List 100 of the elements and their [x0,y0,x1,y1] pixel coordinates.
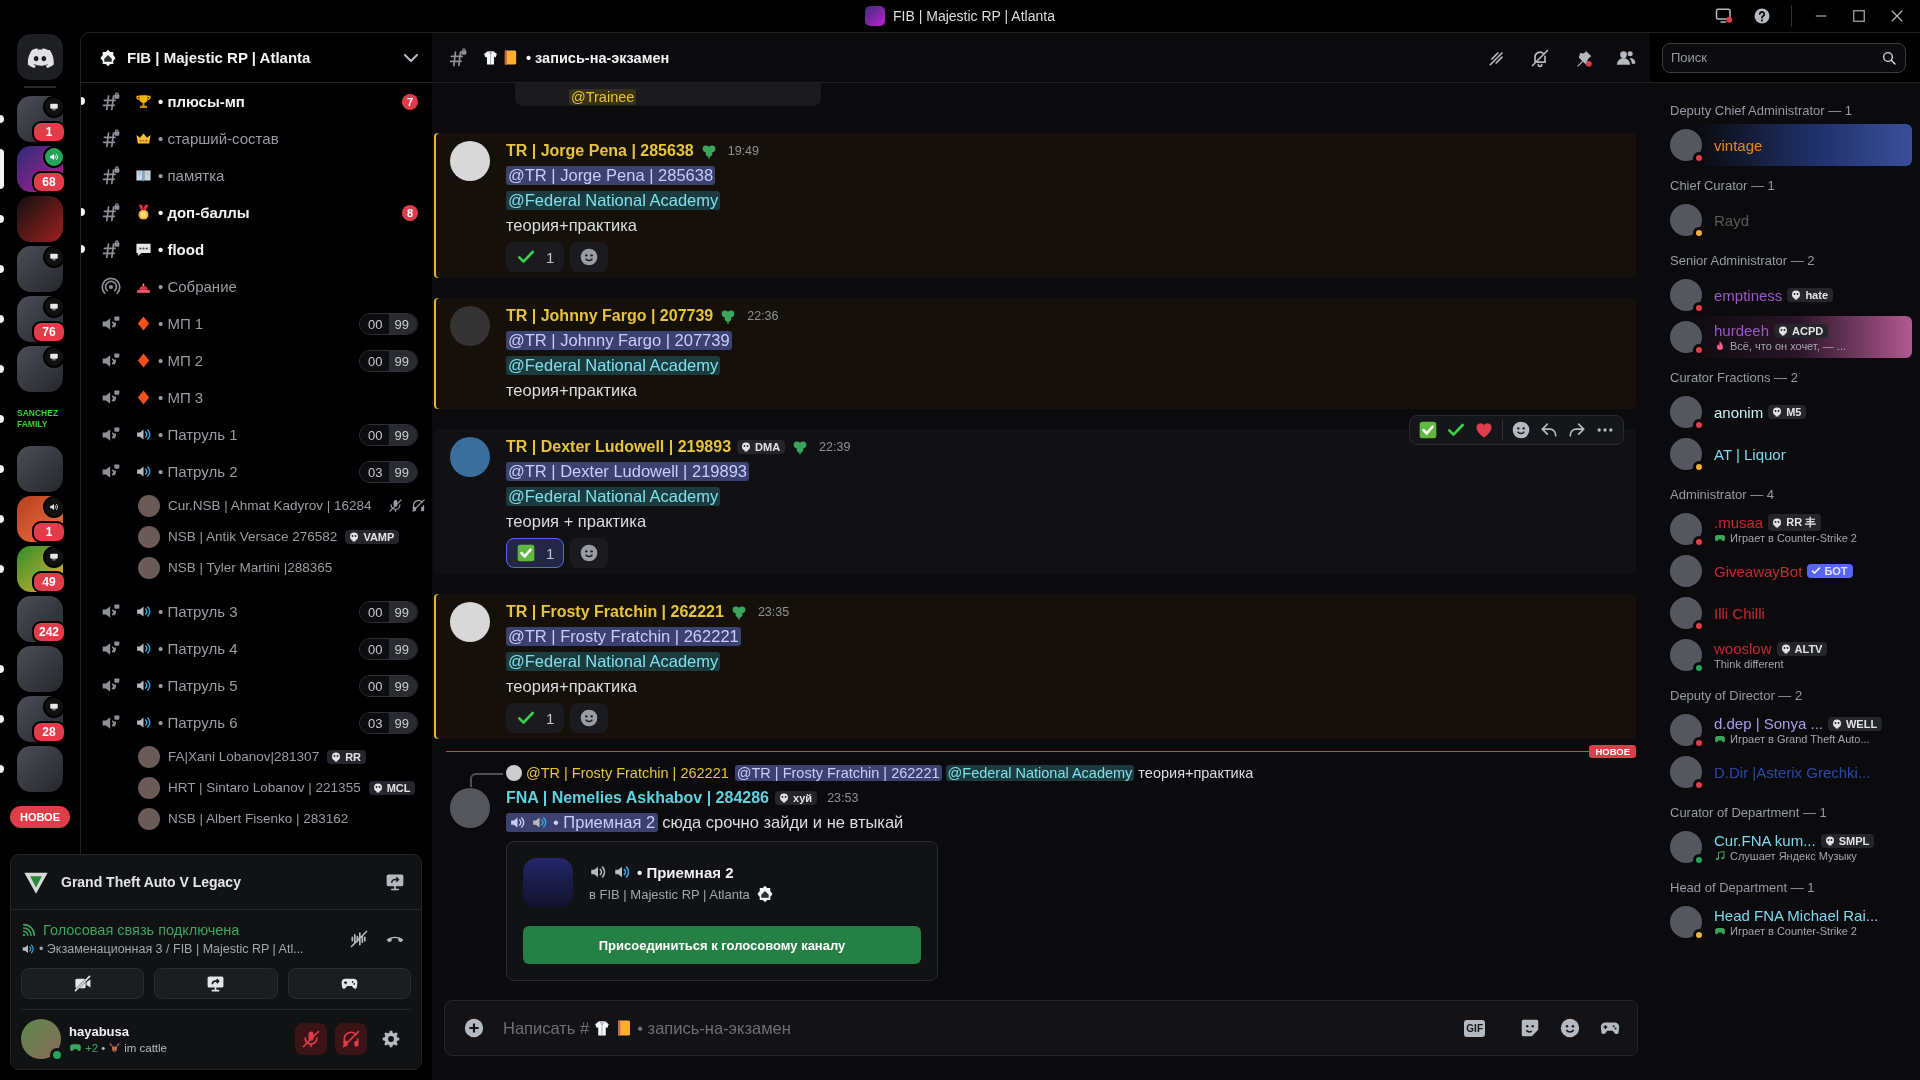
channel-item[interactable]: • памятка [81,157,432,194]
channel-item[interactable]: • Патруль 5 00 99 [81,667,432,704]
search-field[interactable]: Поиск [1662,42,1906,73]
speaker-icon [135,640,152,657]
member-item[interactable]: GiveawayBot БОТ [1658,550,1912,592]
user-count: 00 [360,601,389,622]
user-mention[interactable]: @TR | Frosty Fratchin | 262221 [734,765,942,781]
role-mention[interactable]: @Federal National Academy [945,765,1135,781]
deafen-button[interactable] [335,1023,367,1055]
screen-share-button[interactable] [154,968,278,999]
user-count: 03 [360,461,389,482]
voice-user[interactable]: HRT | Sintaro Lobanov | 221355 MCL [81,772,432,803]
reaction-button[interactable]: 1 [506,242,565,272]
heart-icon[interactable] [1474,420,1494,440]
maximize-icon[interactable] [1850,7,1868,25]
channel-item[interactable]: • flood [81,231,432,268]
mute-button[interactable] [295,1023,327,1055]
member-item[interactable]: wooslow ALTV Think different [1658,634,1912,676]
channel-item[interactable]: • МП 2 00 99 [81,342,432,379]
member-name: D.Dir |Asterix Grechki... [1714,763,1871,781]
new-messages-pill[interactable]: НОВОЕ [9,806,71,828]
member-item[interactable]: Cur.FNA kum... SMPL Слушает Яндекс Музыку [1658,826,1912,868]
username: hayabusa [69,1024,130,1039]
author-name[interactable]: TR | Jorge Pena | 285638 [506,142,694,160]
add-reaction-button[interactable] [570,703,609,733]
muted-bell-icon[interactable] [1530,47,1550,68]
add-reaction-button[interactable] [570,538,609,568]
gamepad-button[interactable] [287,968,411,999]
member-item[interactable]: .musaa RR 丰 Играет в Counter-Strike 2 [1658,508,1912,550]
channel-item[interactable]: • Патруль 6 03 99 [81,704,432,741]
channel-item[interactable]: • МП 1 00 99 [81,305,432,342]
forward-icon[interactable] [1567,420,1587,440]
channel-item[interactable]: • старший-состав [81,120,432,157]
reaction-button[interactable]: 1 [506,538,565,568]
user-avatar[interactable] [450,602,490,642]
member-item[interactable]: d.dep | Sonya ... WELL Играет в Grand Theft Auto... [1658,709,1912,751]
member-item[interactable]: Head FNA Michael Rai... Играет в Counter-Strike 2 [1658,901,1912,943]
emblem-icon [1779,642,1792,655]
reaction-button[interactable]: 1 [506,703,565,733]
voice-user[interactable]: FA|Xani Lobanov|281307 RR [81,741,432,772]
noise-suppression-icon[interactable] [349,929,369,949]
camera-off-button[interactable] [21,968,145,999]
reply-connector [470,773,503,787]
user-mention[interactable]: @TR | Jorge Pena | 285638 [506,166,716,185]
channel-item[interactable]: • Патруль 1 00 99 [81,416,432,453]
channel-name: • плюсы-мп [158,93,245,110]
message-text: теория+практика [506,381,637,400]
user-mention[interactable]: @TR | Frosty Fratchin | 262221 [506,627,741,646]
author-name[interactable]: TR | Frosty Fratchin | 262221 [506,603,724,621]
user-avatar[interactable] [21,1019,61,1059]
group-header: Deputy Chief Administrator — 1 [1670,103,1854,118]
voice-user[interactable]: NSB | Tyler Martini |288365 [81,552,432,583]
add-attachment-icon[interactable] [463,1017,485,1039]
home-button[interactable] [17,34,63,80]
user-mention[interactable]: @TR | Johnny Fargo | 207739 [506,331,732,350]
channel-mention[interactable]: • Приемная 2 [506,813,659,832]
screen-share-icon[interactable] [385,872,405,892]
diamond-icon [135,315,152,332]
tag-label: VAMP [363,530,395,543]
role-mention[interactable]: @Federal National Academy [506,487,721,506]
message-input[interactable]: Написать # • запись-на-экзамен GIF [444,1000,1638,1056]
voice-user[interactable]: NSB | Antik Versace 276582 VAMP [81,521,432,552]
smile-icon[interactable] [1511,420,1531,440]
author-name[interactable]: TR | Johnny Fargo | 207739 [506,307,714,325]
channel-item[interactable]: • Собрание [81,268,432,305]
voice-user[interactable]: NSB | Albert Fisenko | 283162 [81,803,432,834]
channel-item[interactable]: • Патруль 3 00 99 [81,593,432,630]
author-name[interactable]: TR | Dexter Ludowell | 219893 [506,438,732,456]
add-reaction-button[interactable] [570,242,609,272]
channel-item[interactable]: • Патруль 4 00 99 [81,630,432,667]
role-mention[interactable]: @Trainee [569,89,637,105]
reply-author[interactable]: @TR | Frosty Fratchin | 262221 [526,765,729,781]
role-mention[interactable]: @Federal National Academy [506,652,721,671]
inbox-icon[interactable] [1715,7,1733,25]
channel-item[interactable]: • МП 3 [81,379,432,416]
speaker-icon [135,677,152,694]
role-mention[interactable]: @Federal National Academy [506,191,721,210]
channel-item[interactable]: • плюсы-мп 7 [81,83,432,120]
server-header[interactable]: FIB | Majestic RP | Atlanta [81,33,432,83]
user-avatar[interactable] [450,141,490,181]
gif-button[interactable]: GIF [1464,1019,1485,1037]
status-dot [1693,152,1705,164]
member-item[interactable]: AT | Liquor [1658,433,1912,475]
emoji-icon[interactable] [1559,1017,1581,1039]
sticker-icon[interactable] [1519,1017,1541,1039]
checkbox-icon[interactable] [1418,420,1438,440]
broadcast-icon [101,276,121,297]
user-mention[interactable]: @TR | Dexter Ludowell | 219893 [506,462,750,481]
server-label[interactable]: SANCHEZ FAMILY [17,408,63,430]
member-item[interactable]: anonim M5 [1658,391,1912,433]
member-item[interactable]: Illi Chilli [1658,592,1912,634]
join-voice-button[interactable]: Присоединиться к голосовому каналу [523,926,921,964]
status-dot [1693,662,1705,674]
voice-user[interactable]: Cur.NSB | Ahmat Kadyrov | 16284 [81,490,432,521]
reply-icon[interactable] [1539,420,1559,440]
channel-item[interactable]: • Патруль 2 03 99 [81,453,432,490]
role-mention[interactable]: @Federal National Academy [506,356,721,375]
author-name[interactable]: FNA | Nemelies Askhabov | 284286 [506,789,769,807]
help-icon[interactable] [1753,7,1771,25]
channel-item[interactable]: • доп-баллы 8 [81,194,432,231]
